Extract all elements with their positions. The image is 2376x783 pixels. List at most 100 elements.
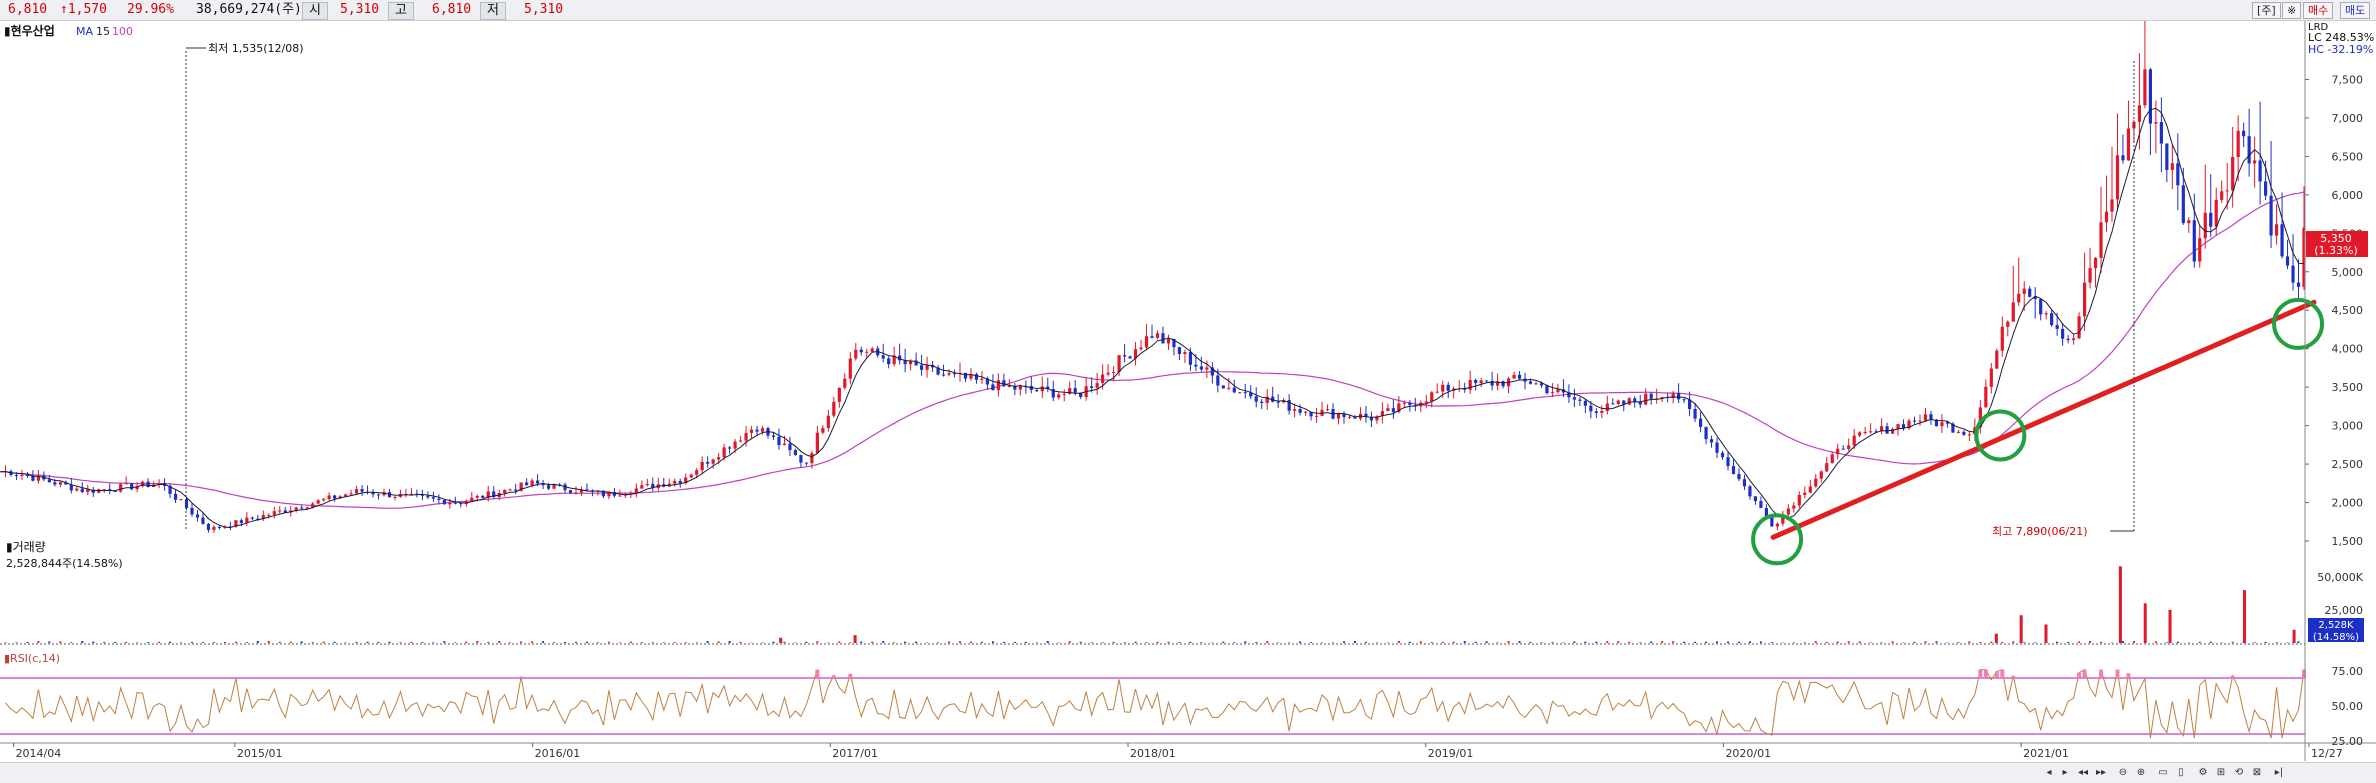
candle-body: [2083, 283, 2086, 317]
volume-bar: [1771, 642, 1773, 643]
volume-bar: [2265, 642, 2267, 643]
candle-body: [640, 485, 643, 488]
candle-body: [1551, 392, 1554, 393]
volume-spike-bar: [2293, 630, 2296, 643]
reset-icon[interactable]: ⟲: [2232, 766, 2246, 779]
candle-body: [1858, 432, 1861, 435]
candle-body: [1244, 392, 1247, 393]
candle-body: [1721, 453, 1724, 457]
rsi-overbought-fill: [1984, 670, 1988, 678]
candle-body: [805, 463, 808, 464]
volume-bar: [421, 642, 423, 643]
settings-icon[interactable]: ※: [2282, 2, 2301, 19]
candle-body: [1145, 336, 1148, 347]
volume-bar: [1222, 642, 1224, 643]
date-tick-label: 2021/01: [2023, 747, 2069, 760]
candle-body: [2001, 327, 2004, 351]
volume-bar: [608, 642, 610, 643]
volume-bar: [2089, 641, 2091, 643]
close-icon[interactable]: ⊠: [2250, 766, 2264, 779]
candle-body: [1183, 352, 1186, 354]
stock-type-button[interactable]: [주]: [2252, 2, 2281, 19]
candle-body: [1337, 414, 1340, 419]
volume-bar: [1069, 641, 1071, 643]
candle-body: [679, 481, 682, 483]
price-tick-label: 3,500: [2332, 381, 2364, 394]
volume-bar: [59, 641, 61, 643]
volume-bar: [4, 642, 6, 643]
volume-spike-bar: [1995, 634, 1998, 643]
volume-bar: [1540, 642, 1542, 643]
volume-bar: [630, 642, 632, 643]
ma-label: MA: [76, 25, 93, 38]
jump-latest-icon[interactable]: ▸|: [2272, 766, 2286, 779]
volume-bar: [1859, 641, 1861, 643]
candle-body: [190, 508, 193, 514]
view-wide-icon[interactable]: ▭: [2156, 766, 2170, 779]
volume-bar: [1244, 641, 1246, 643]
volume-bar: [1573, 641, 1575, 643]
candle-body: [2264, 181, 2267, 195]
candle-body: [1441, 385, 1444, 392]
candle-body: [2006, 322, 2009, 327]
last-price-change: (1.33%): [2314, 244, 2358, 257]
volume-bar: [48, 641, 50, 643]
scroll-start-icon[interactable]: ◂◂: [2076, 766, 2090, 779]
zoom-out-icon[interactable]: ⊖: [2116, 766, 2130, 779]
volume-bar: [2023, 642, 2025, 643]
candle-body: [723, 447, 726, 457]
volume-bar: [1025, 642, 1027, 643]
candle-body: [536, 481, 539, 484]
candle-body: [997, 380, 1000, 390]
candle-body: [1485, 380, 1488, 381]
volume-bar: [2111, 642, 2113, 643]
sell-button[interactable]: 매도: [2340, 2, 2370, 19]
candle-body: [733, 442, 736, 449]
candle-body: [1194, 365, 1197, 367]
candle-body: [1677, 393, 1680, 399]
candle-body: [278, 510, 281, 511]
volume-bar: [893, 642, 895, 643]
candle-body: [2023, 289, 2026, 294]
volume-bar: [367, 642, 369, 643]
volume-bar: [1178, 642, 1180, 643]
rsi-overbought-fill: [2011, 676, 2015, 678]
candle-body: [525, 483, 528, 486]
volume-bar: [981, 642, 983, 643]
candle-body: [15, 475, 18, 476]
stock-chart[interactable]: 1,5002,0002,5003,0003,5004,0004,5005,000…: [0, 21, 2376, 761]
chart-area[interactable]: 1,5002,0002,5003,0003,5004,0004,5005,000…: [0, 21, 2376, 761]
candle-body: [1820, 471, 1823, 478]
zoom-in-icon[interactable]: ⊕: [2134, 766, 2148, 779]
grid-icon[interactable]: ⊞: [2214, 766, 2228, 779]
buy-button[interactable]: 매수: [2303, 2, 2333, 19]
volume-bar: [1727, 642, 1729, 643]
volume-bar: [1892, 641, 1894, 643]
volume-bar: [2056, 642, 2058, 643]
high-annotation-text: 최고 7,890(06/21): [1992, 525, 2088, 538]
scroll-end-icon[interactable]: ▸▸: [2094, 766, 2108, 779]
scroll-right-icon[interactable]: ▸: [2058, 766, 2072, 779]
candle-body: [843, 379, 846, 388]
candle-body: [1101, 374, 1104, 383]
candle-body: [75, 489, 78, 491]
price-tick-label: 4,000: [2332, 343, 2364, 356]
candle-body: [920, 365, 923, 370]
candle-body: [174, 494, 177, 500]
candle-body: [1584, 401, 1587, 406]
candle-body: [1112, 372, 1115, 373]
volume-bar: [619, 642, 621, 643]
volume-bar: [1014, 642, 1016, 643]
scroll-left-icon[interactable]: ◂: [2042, 766, 2056, 779]
view-tall-icon[interactable]: ▯: [2174, 766, 2188, 779]
candle-body: [1968, 434, 1971, 435]
gear-icon[interactable]: ⚙: [2196, 766, 2210, 779]
candle-body: [2067, 339, 2070, 340]
volume-spike-bar: [2044, 624, 2047, 643]
candle-body: [1809, 487, 1812, 493]
volume-bar: [158, 642, 160, 643]
candle-body: [1063, 394, 1066, 395]
candle-body: [1683, 399, 1686, 400]
volume-bar: [1409, 642, 1411, 643]
volume-bar: [663, 642, 665, 643]
